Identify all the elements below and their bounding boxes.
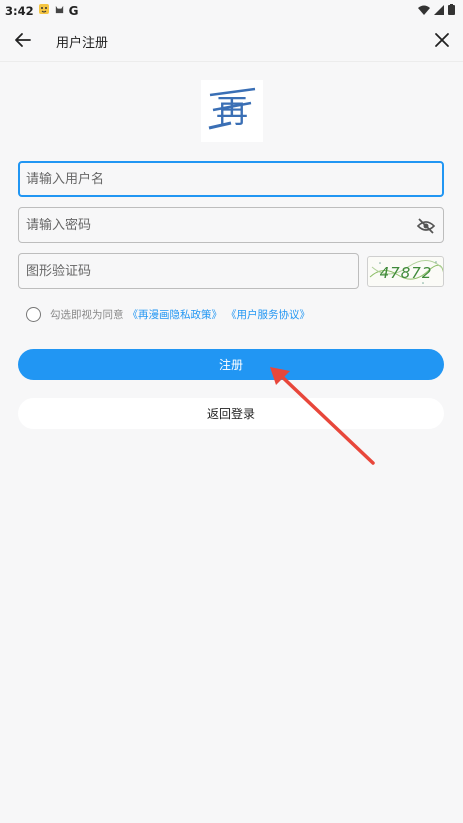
status-left: 3:42 G — [5, 3, 78, 18]
password-input[interactable] — [26, 217, 443, 233]
status-time: 3:42 — [5, 3, 34, 18]
captcha-input[interactable] — [26, 263, 358, 279]
close-button[interactable] — [431, 29, 453, 51]
back-to-login-button[interactable]: 返回登录 — [18, 398, 444, 429]
logo-character: 再 — [216, 92, 248, 130]
agreement-row: 勾选即视为同意 《再漫画隐私政策》 《用户服务协议》 — [26, 307, 314, 322]
password-field[interactable] — [18, 207, 444, 243]
username-field[interactable] — [18, 161, 444, 197]
status-bar: 3:42 G — [0, 0, 463, 20]
username-input[interactable] — [26, 171, 442, 187]
app-bar: 用户注册 — [0, 20, 463, 62]
agreement-radio[interactable] — [26, 307, 41, 322]
user-service-agreement-link[interactable]: 《用户服务协议》 — [226, 307, 310, 322]
notification-face-icon — [38, 3, 50, 18]
back-button[interactable] — [12, 29, 34, 51]
cat-icon — [54, 4, 65, 18]
wifi-icon — [418, 5, 430, 18]
toggle-password-visibility-button[interactable] — [416, 216, 436, 236]
captcha-text: 47872 — [380, 264, 433, 282]
agreement-text: 勾选即视为同意 — [50, 309, 124, 321]
battery-icon — [448, 4, 455, 18]
google-icon: G — [68, 3, 79, 18]
signal-icon — [434, 4, 444, 18]
captcha-image[interactable]: 47872 — [367, 256, 444, 287]
status-right — [418, 4, 455, 18]
privacy-policy-link[interactable]: 《再漫画隐私政策》 — [128, 307, 223, 322]
close-icon — [435, 33, 449, 47]
captcha-field[interactable] — [18, 253, 359, 289]
eye-off-icon — [416, 218, 436, 234]
arrow-left-icon — [15, 33, 31, 47]
page-title: 用户注册 — [56, 36, 109, 51]
app-logo: 再 — [201, 80, 263, 142]
register-button[interactable]: 注册 — [18, 349, 444, 380]
